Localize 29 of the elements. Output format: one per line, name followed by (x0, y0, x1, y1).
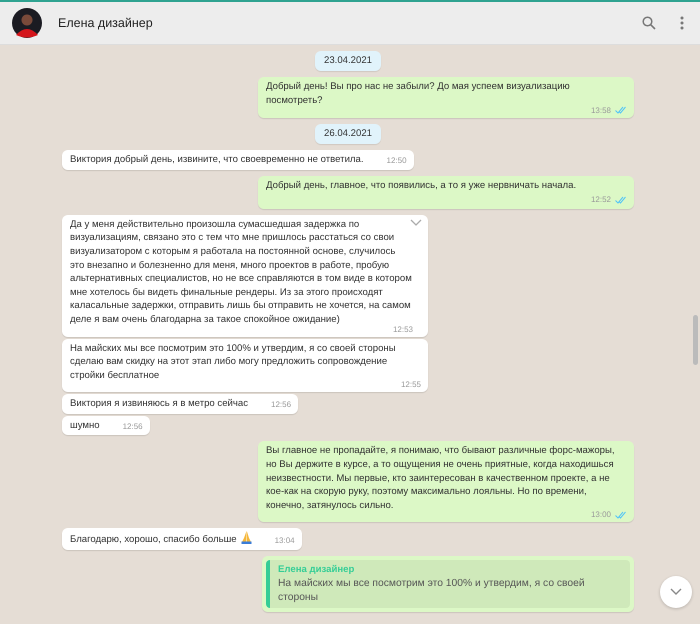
date-label: 23.04.2021 (314, 51, 381, 72)
date-label: 26.04.2021 (314, 124, 381, 144)
message-text: Да у меня действительно произошла сумасшедшая задержка по визуализациям, связано это с тем что мне пришлось расстаться со свои визуализатором с которым я работала на постоянной основе, случилось это внезапно и болезненно для меня, много проектов в работе, пробую альтернативных специалистов, но не все справляются в том виде в котором мне хотелось бы видеть финальные рендеры. Из за этого происходят каласальные задержки, отправить лишь бы отправить не хочется, на самом деле я вам очень благодарна за такое спокойное ожидание) (70, 218, 412, 325)
message-time: 12:52 (590, 194, 611, 206)
message-text: Благодарю, хорошо, спасибо больше (70, 534, 237, 546)
menu-icon[interactable] (680, 16, 684, 30)
message-text: Добрый день, главное, что появились, а то я уже нервничать начала. (266, 180, 576, 191)
message-time: 12:53 (392, 324, 413, 334)
search-icon[interactable] (642, 16, 656, 30)
chevron-down-icon (670, 588, 682, 596)
quote-author: Елена дизайнер (278, 563, 356, 578)
message-text: Виктория я извиняюсь я в метро сейчас (70, 398, 248, 410)
message-time: 13:58 (590, 106, 611, 115)
message-time: 12:55 (400, 380, 421, 390)
message-text: шумно (70, 420, 100, 431)
quote-text: На майских мы все посмотрим это 100% и утвердим, я со своей стороны (278, 577, 586, 606)
message-time: 13:00 (590, 510, 611, 520)
message-time: 13:04 (274, 535, 295, 548)
message-text: Добрый день! Вы про нас не забыли? До мая успеем визуализацию посмотреть? (266, 81, 570, 106)
contact-avatar[interactable] (12, 8, 42, 38)
scrollbar-thumb[interactable] (693, 315, 698, 365)
chevron-down-icon[interactable] (410, 218, 422, 227)
message-text: На майских мы все посмотрим это 100% и утвердим, я со своей стороны сделаю вам скидку на этот этап либо могу предложить сопровождение стройки бесплатное (70, 342, 396, 381)
message-time: 12:50 (386, 154, 407, 167)
contact-name: Елена дизайнер (58, 14, 153, 32)
message-text: Вы главное не пропадайте, я понимаю, что бывают различные форс-мажоры, но Вы держите в курсе, а то ощущения не очень приятные, когда находишься неизвестности. Мы первые, кто заинтересован в качественном проекте, а не кое-как на скорую руку, поэтому максимально лояльны. Но по времени, конечно, затянулось сильно. (266, 445, 615, 511)
message-text: Виктория добрый день, извините, что своевременно не ответила. (70, 154, 364, 165)
message-time: 12:56 (122, 420, 143, 433)
message-time: 12:56 (271, 399, 292, 412)
